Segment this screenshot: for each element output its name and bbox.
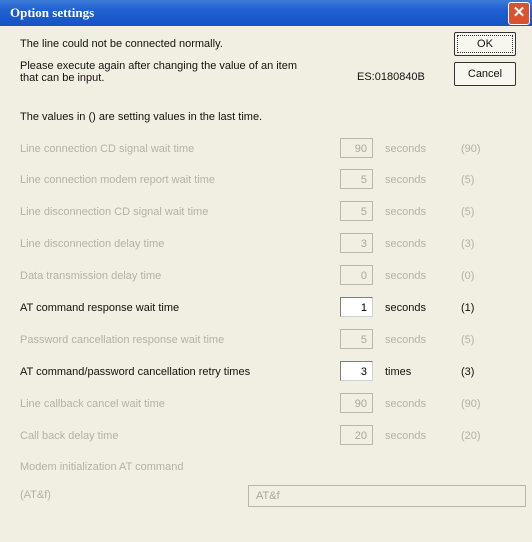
value-field: 5 — [340, 169, 373, 189]
unit-label: seconds — [385, 430, 426, 442]
unit-label: seconds — [385, 174, 426, 186]
value-field: 0 — [340, 265, 373, 285]
unit-label: seconds — [385, 398, 426, 410]
error-message-line1: The line could not be connected normally… — [20, 38, 223, 50]
cancel-button[interactable]: Cancel — [454, 62, 516, 86]
close-button[interactable]: ✕ — [508, 2, 530, 25]
last-value: (3) — [461, 366, 475, 378]
hint-text: The values in () are setting values in t… — [20, 111, 263, 123]
row-label: Data transmission delay time — [20, 270, 162, 282]
unit-label: seconds — [385, 270, 426, 282]
unit-label: seconds — [385, 302, 426, 314]
dialog-title: Option settings — [10, 5, 95, 20]
row-label: Line disconnection CD signal wait time — [20, 206, 209, 218]
unit-label: seconds — [385, 206, 426, 218]
unit-label: seconds — [385, 143, 426, 155]
modem-init-label: Modem initialization AT command — [20, 461, 184, 473]
row-label: Call back delay time — [20, 430, 119, 442]
last-value: (5) — [461, 334, 475, 346]
title-bar: Option settings ✕ — [0, 0, 532, 26]
row-label: Line connection modem report wait time — [20, 174, 216, 186]
value-field: 90 — [340, 138, 373, 158]
last-value: (1) — [461, 302, 475, 314]
last-value: (20) — [461, 430, 481, 442]
last-value: (5) — [461, 206, 475, 218]
error-message-line2: Please execute again after changing the … — [20, 60, 298, 72]
row-label: AT command response wait time — [20, 302, 180, 314]
value-field: 20 — [340, 425, 373, 445]
last-value: (90) — [461, 398, 481, 410]
modem-init-last-value: (AT&f) — [20, 489, 51, 501]
close-icon: ✕ — [512, 4, 526, 21]
last-value: (0) — [461, 270, 475, 282]
at-response-wait-input[interactable]: 1 — [340, 297, 373, 317]
unit-label: seconds — [385, 238, 426, 250]
error-code: ES:0180840B — [357, 71, 425, 83]
row-label: Password cancellation response wait time — [20, 334, 225, 346]
retry-times-input[interactable]: 3 — [340, 361, 373, 381]
unit-label: times — [385, 366, 412, 378]
value-field: 5 — [340, 201, 373, 221]
value-field: 5 — [340, 329, 373, 349]
last-value: (5) — [461, 174, 475, 186]
modem-init-field: AT&f — [248, 485, 526, 507]
value-field: 3 — [340, 233, 373, 253]
option-settings-dialog: Option settings ✕ The line could not be … — [0, 0, 532, 542]
row-label: AT command/password cancellation retry t… — [20, 366, 251, 378]
error-message-line3: that can be input. — [20, 72, 105, 84]
last-value: (3) — [461, 238, 475, 250]
last-value: (90) — [461, 143, 481, 155]
row-label: Line callback cancel wait time — [20, 398, 165, 410]
row-label: Line disconnection delay time — [20, 238, 165, 250]
unit-label: seconds — [385, 334, 426, 346]
value-field: 90 — [340, 393, 373, 413]
row-label: Line connection CD signal wait time — [20, 143, 195, 155]
ok-button[interactable]: OK — [454, 32, 516, 56]
